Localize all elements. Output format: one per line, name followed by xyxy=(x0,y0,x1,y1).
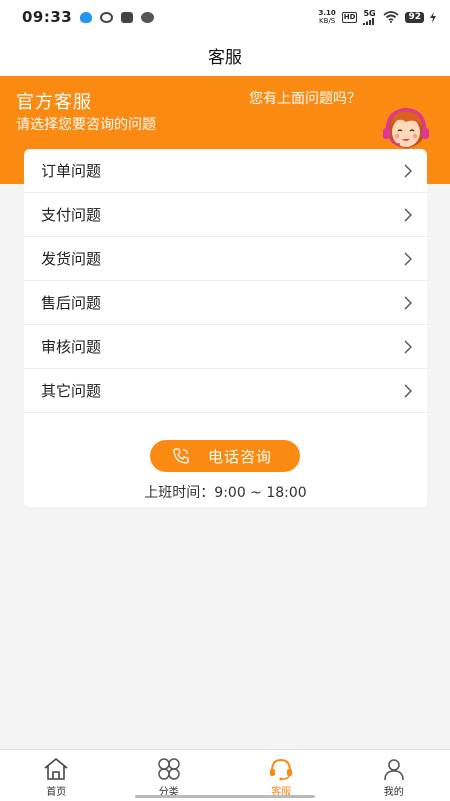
qq-icon xyxy=(80,12,92,23)
tab-home-label: 首页 xyxy=(46,783,66,798)
phone-consult-label: 电话咨询 xyxy=(208,446,272,467)
phone-consult-button[interactable]: 电话咨询 xyxy=(150,440,300,472)
tab-customer-service[interactable]: 客服 xyxy=(225,750,338,801)
tab-home[interactable]: 首页 xyxy=(0,750,113,801)
menu-item-shipping[interactable]: 发货问题 xyxy=(24,237,427,281)
status-time: 09:33 xyxy=(22,8,72,26)
chevron-right-icon xyxy=(403,340,413,354)
charging-icon xyxy=(430,12,436,23)
status-bar: 09:33 3.10 KB/S HD 5G 92 xyxy=(0,0,450,34)
wifi-icon xyxy=(383,11,399,23)
menu-item-review[interactable]: 审核问题 xyxy=(24,325,427,369)
signal-icon: 5G xyxy=(363,9,377,25)
chevron-right-icon xyxy=(403,164,413,178)
wechat-icon xyxy=(141,12,154,23)
menu-item-other[interactable]: 其它问题 xyxy=(24,369,427,413)
tab-profile-label: 我的 xyxy=(384,783,404,798)
menu-item-order[interactable]: 订单问题 xyxy=(24,149,427,193)
user-icon xyxy=(380,757,408,781)
tab-profile[interactable]: 我的 xyxy=(338,750,450,801)
chevron-right-icon xyxy=(403,252,413,266)
menu-item-label: 审核问题 xyxy=(41,336,101,357)
banner-subtitle: 请选择您要咨询的问题 xyxy=(16,114,156,134)
menu-item-label: 其它问题 xyxy=(41,380,101,401)
tab-category[interactable]: 分类 xyxy=(113,750,226,801)
menu-item-after-sales[interactable]: 售后问题 xyxy=(24,281,427,325)
home-indicator[interactable] xyxy=(135,795,315,798)
menu-item-label: 支付问题 xyxy=(41,204,101,225)
menu-item-label: 发货问题 xyxy=(41,248,101,269)
bottom-nav: 首页 分类 客服 我的 xyxy=(0,749,450,801)
home-icon xyxy=(42,757,70,781)
work-hours: 上班时间：9:00 ~ 18:00 xyxy=(24,482,427,502)
banner-question: 您有上面问题吗？ xyxy=(249,88,361,108)
title-bar: 客服 xyxy=(0,34,450,76)
support-card: 订单问题 支付问题 发货问题 售后问题 审核问题 其它问题 电话咨询 上班时间：… xyxy=(24,149,427,507)
banner-title: 官方客服 xyxy=(16,88,92,114)
work-hours-value: 9:00 ~ 18:00 xyxy=(214,485,306,501)
category-icon xyxy=(155,757,183,781)
battery-indicator: 92 xyxy=(405,12,424,23)
chevron-right-icon xyxy=(403,384,413,398)
chevron-right-icon xyxy=(403,296,413,310)
menu-item-payment[interactable]: 支付问题 xyxy=(24,193,427,237)
phone-icon xyxy=(172,447,190,465)
network-speed: 3.10 KB/S xyxy=(319,9,336,25)
hd-icon: HD xyxy=(342,12,358,23)
menu-item-label: 售后问题 xyxy=(41,292,101,313)
page-title: 客服 xyxy=(208,43,242,68)
work-hours-label: 上班时间： xyxy=(144,485,214,501)
headset-icon xyxy=(267,757,295,781)
sync-icon xyxy=(100,12,113,23)
menu-item-label: 订单问题 xyxy=(41,160,101,181)
mail-icon xyxy=(121,12,133,23)
chevron-right-icon xyxy=(403,208,413,222)
